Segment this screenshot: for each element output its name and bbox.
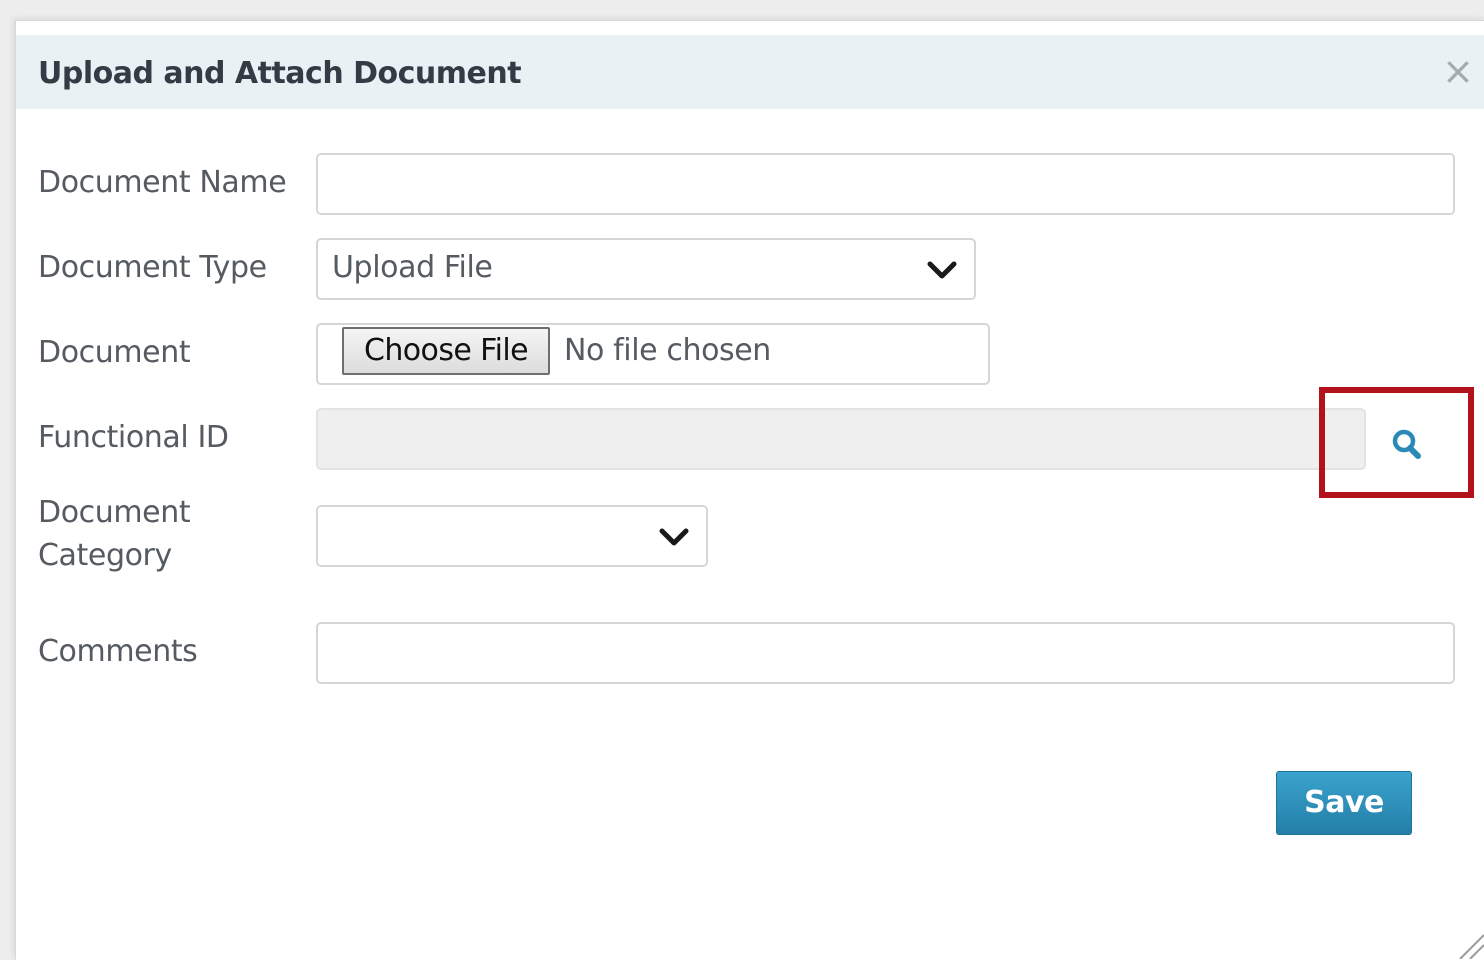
file-status-text: No file chosen xyxy=(564,333,771,368)
document-file-input: Choose File No file chosen xyxy=(316,323,990,385)
document-type-select[interactable]: Upload File xyxy=(316,238,976,300)
functional-id-label: Functional ID xyxy=(38,420,229,455)
upload-attach-dialog: Upload and Attach Document × Document Na… xyxy=(15,20,1484,960)
close-icon[interactable]: × xyxy=(1440,52,1476,90)
functional-id-input xyxy=(316,408,1366,470)
dialog-titlebar: Upload and Attach Document × xyxy=(16,35,1484,109)
document-category-label-line2: Category xyxy=(38,538,172,573)
dialog-title: Upload and Attach Document xyxy=(38,56,522,91)
choose-file-button[interactable]: Choose File xyxy=(342,327,550,375)
document-name-label: Document Name xyxy=(38,165,287,200)
document-category-label-line1: Document xyxy=(38,495,191,530)
document-name-input[interactable] xyxy=(316,153,1455,215)
chevron-down-icon xyxy=(659,528,689,546)
document-label: Document xyxy=(38,335,191,370)
document-type-label: Document Type xyxy=(38,250,267,285)
comments-label: Comments xyxy=(38,634,198,669)
document-category-select[interactable] xyxy=(316,505,708,567)
chevron-down-icon xyxy=(927,261,957,279)
save-button[interactable]: Save xyxy=(1276,771,1412,835)
resize-handle-icon[interactable] xyxy=(1456,931,1484,959)
annotation-highlight-box xyxy=(1319,387,1474,498)
document-type-selected: Upload File xyxy=(332,250,493,285)
comments-input[interactable] xyxy=(316,622,1455,684)
